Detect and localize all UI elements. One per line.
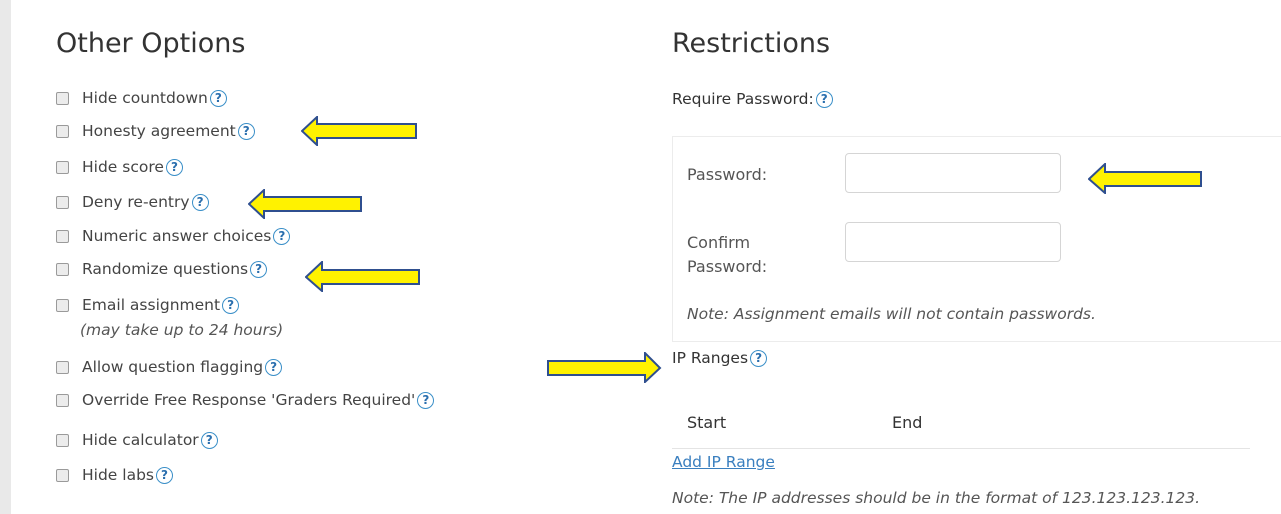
help-icon[interactable]: ? [815,90,833,108]
option-deny-reentry[interactable]: Deny re-entry ? [56,193,209,211]
ip-start-header: Start [687,413,727,432]
help-icon[interactable]: ? [165,158,183,176]
help-icon[interactable]: ? [417,391,435,409]
option-hide-calculator[interactable]: Hide calculator ? [56,431,218,449]
ip-ranges-label: IP Ranges ? [672,349,768,367]
help-icon[interactable]: ? [200,431,218,449]
ip-end-header: End [892,413,923,432]
option-label: Hide calculator [82,431,199,449]
option-label: Hide countdown [82,89,208,107]
annotation-arrow-left-icon [248,189,362,219]
confirm-password-input[interactable] [845,222,1061,262]
help-icon[interactable]: ? [222,296,240,314]
help-icon[interactable]: ? [750,349,768,367]
option-label: Hide score [82,158,164,176]
checkbox[interactable] [56,393,69,407]
option-label: Hide labs [82,466,154,484]
left-edge-bar [0,0,11,514]
checkbox[interactable] [56,262,69,276]
password-input[interactable] [845,153,1061,193]
annotation-arrow-right-icon [547,352,662,383]
option-randomize-questions[interactable]: Randomize questions ? [56,260,268,278]
checkbox[interactable] [56,360,69,374]
checkbox[interactable] [56,195,69,209]
annotation-arrow-left-icon [305,261,420,292]
option-hide-countdown[interactable]: Hide countdown ? [56,89,227,107]
option-label: Numeric answer choices [82,227,272,245]
help-icon[interactable]: ? [250,260,268,278]
option-hide-score[interactable]: Hide score ? [56,158,183,176]
option-email-assignment[interactable]: Email assignment ? [56,296,240,314]
help-icon[interactable]: ? [209,89,227,107]
require-password-label: Require Password: ? [672,90,833,108]
other-options-title: Other Options [56,28,246,59]
restrictions-title: Restrictions [672,28,831,59]
checkbox[interactable] [56,229,69,243]
annotation-arrow-left-icon [1088,163,1202,194]
option-honesty-agreement[interactable]: Honesty agreement ? [56,122,255,140]
ip-table-divider [672,448,1250,449]
option-label: Override Free Response 'Graders Required… [82,391,416,409]
help-icon[interactable]: ? [265,358,283,376]
option-label: Honesty agreement [82,122,236,140]
checkbox[interactable] [56,91,69,105]
checkbox[interactable] [56,298,69,312]
password-note: Note: Assignment emails will not contain… [687,305,1096,323]
password-label: Password: [687,165,768,184]
add-ip-range-link[interactable]: Add IP Range [672,453,775,471]
help-icon[interactable]: ? [237,122,255,140]
annotation-arrow-left-icon [301,116,417,146]
checkbox[interactable] [56,433,69,447]
option-allow-question-flagging[interactable]: Allow question flagging ? [56,358,283,376]
option-label: Allow question flagging [82,358,264,376]
checkbox[interactable] [56,124,69,138]
option-label: Deny re-entry [82,193,190,211]
option-label: Randomize questions [82,260,249,278]
option-label: Email assignment [82,296,221,314]
checkbox[interactable] [56,468,69,482]
help-icon[interactable]: ? [155,466,173,484]
confirm-password-label: Confirm Password: [687,233,768,276]
ip-format-note: Note: The IP addresses should be in the … [672,489,1201,507]
help-icon[interactable]: ? [191,193,209,211]
option-hide-labs[interactable]: Hide labs ? [56,466,173,484]
checkbox[interactable] [56,160,69,174]
email-assignment-note: (may take up to 24 hours) [80,321,284,339]
help-icon[interactable]: ? [273,227,291,245]
option-numeric-answer-choices[interactable]: Numeric answer choices ? [56,227,291,245]
option-override-graders-required[interactable]: Override Free Response 'Graders Required… [56,391,435,409]
